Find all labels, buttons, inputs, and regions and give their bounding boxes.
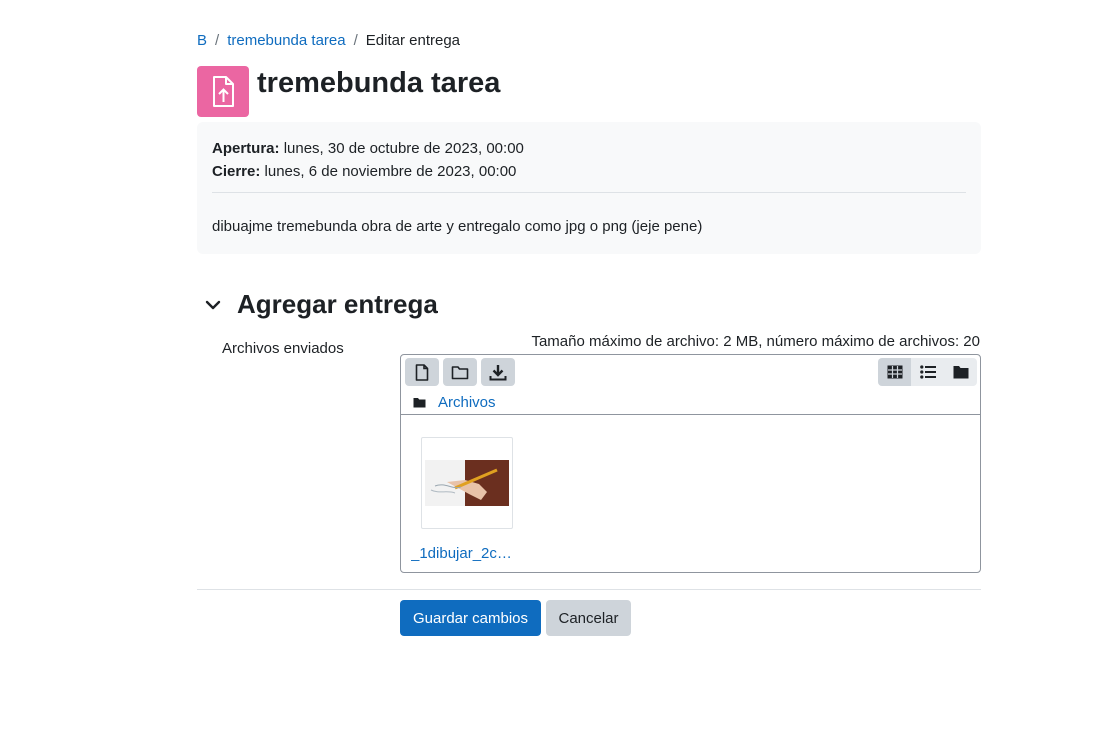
assignment-icon [197, 66, 249, 117]
file-name-link[interactable]: _1dibujar_2c… [411, 545, 515, 562]
view-list-button[interactable] [911, 358, 944, 386]
breadcrumb-separator: / [215, 32, 220, 49]
open-date: Apertura: lunes, 30 de octubre de 2023, … [212, 140, 524, 157]
grid-icon [887, 365, 902, 379]
folder-outline-icon [451, 365, 469, 379]
page-header: tremebunda tarea [197, 66, 500, 117]
folder-icon [953, 366, 968, 379]
file-icon [415, 363, 429, 381]
divider [212, 192, 966, 193]
close-date-value: lunes, 6 de noviembre de 2023, 00:00 [264, 163, 517, 180]
assignment-description: dibuajme tremebunda obra de arte y entre… [212, 218, 703, 235]
page-title: tremebunda tarea [257, 67, 501, 99]
file-limits: Tamaño máximo de archivo: 2 MB, número m… [531, 333, 980, 350]
list-icon [919, 365, 936, 379]
file-manager: Archivos _1dibujar_2c… [400, 354, 981, 573]
breadcrumb: B / tremebunda tarea / Editar entrega [197, 32, 460, 49]
save-changes-button[interactable]: Guardar cambios [400, 600, 541, 636]
download-button[interactable] [481, 358, 515, 386]
breadcrumb-current: Editar entrega [365, 32, 461, 49]
path-link-files[interactable]: Archivos [438, 394, 496, 411]
open-date-label: Apertura: [212, 140, 280, 157]
divider [197, 589, 981, 590]
view-icons-button[interactable] [878, 358, 911, 386]
file-manager-toolbar: Archivos [401, 355, 980, 415]
cancel-button[interactable]: Cancelar [546, 600, 631, 636]
create-folder-button[interactable] [443, 358, 477, 386]
file-path: Archivos [413, 394, 496, 411]
close-date: Cierre: lunes, 6 de noviembre de 2023, 0… [212, 163, 516, 180]
activity-dates: Apertura: lunes, 30 de octubre de 2023, … [197, 122, 981, 254]
folder-icon [413, 398, 426, 408]
breadcrumb-item-course[interactable]: B [197, 32, 207, 49]
download-icon [489, 364, 507, 380]
breadcrumb-item-assignment[interactable]: tremebunda tarea [227, 32, 345, 49]
image-thumbnail [425, 460, 509, 506]
add-file-button[interactable] [405, 358, 439, 386]
breadcrumb-separator: / [353, 32, 358, 49]
close-date-label: Cierre: [212, 163, 261, 180]
section-header[interactable]: Agregar entrega [203, 289, 438, 320]
field-label-submitted-files: Archivos enviados [222, 340, 344, 357]
open-date-value: lunes, 30 de octubre de 2023, 00:00 [283, 140, 524, 157]
view-tree-button[interactable] [944, 358, 977, 386]
file-thumbnail[interactable] [421, 437, 513, 529]
chevron-down-icon[interactable] [203, 295, 223, 315]
section-title: Agregar entrega [237, 289, 438, 319]
view-mode-toggle [878, 358, 977, 386]
